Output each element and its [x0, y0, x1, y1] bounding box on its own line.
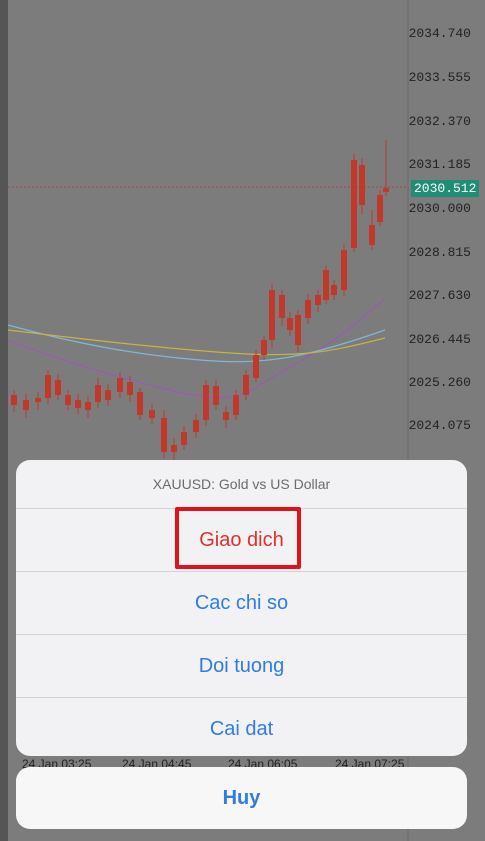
candle-body — [161, 418, 167, 452]
candle-body — [11, 395, 17, 405]
price-level-label: 2025.260 — [408, 375, 471, 390]
candle-body — [149, 410, 155, 418]
candle-body — [383, 188, 389, 192]
candle-body — [193, 420, 199, 432]
candle-body — [331, 285, 337, 295]
candle-body — [105, 390, 111, 400]
cancel-label: Huy — [222, 786, 261, 809]
candle-body — [213, 386, 219, 405]
cac-chi-so-label: Cac chi so — [194, 591, 289, 614]
candle-body — [55, 380, 61, 395]
candle-body — [85, 402, 91, 410]
candle-body — [253, 355, 259, 378]
doi-tuong-label: Doi tuong — [198, 654, 285, 677]
price-level-label: 2026.445 — [408, 332, 471, 347]
cai-dat-label: Cai dat — [209, 717, 274, 740]
candle-body — [171, 445, 177, 452]
price-level-label: 2032.370 — [408, 114, 471, 129]
cancel-button[interactable]: Huy — [16, 767, 467, 829]
candle-body — [261, 340, 267, 355]
candle-body — [137, 392, 143, 415]
candle-body — [127, 382, 133, 395]
giao-dich-option[interactable]: Giao dich — [16, 507, 467, 572]
candle-body — [279, 295, 285, 318]
price-level-label: 2033.555 — [408, 70, 471, 85]
candle-body — [45, 375, 51, 398]
candle-body — [75, 400, 81, 408]
ma-line — [7, 329, 386, 356]
candle-body — [181, 432, 187, 445]
candle-body — [243, 375, 249, 395]
candle-body — [95, 385, 101, 402]
price-level-label: 2030.000 — [408, 201, 471, 216]
candle-body — [233, 395, 239, 415]
cai-dat-option[interactable]: Cai dat — [16, 698, 467, 756]
candle-body — [117, 378, 123, 392]
price-level-label: 2034.740 — [408, 26, 471, 41]
price-level-label: 2031.185 — [408, 157, 471, 172]
current-price-tag: 2030.512 — [411, 180, 480, 197]
candle-body — [341, 250, 347, 290]
candle-body — [269, 290, 275, 340]
candle-body — [351, 160, 357, 248]
doi-tuong-option[interactable]: Doi tuong — [16, 635, 467, 698]
candle-body — [377, 195, 383, 222]
candle-body — [287, 318, 293, 330]
candle-body — [23, 400, 29, 410]
candle-body — [65, 395, 71, 405]
candle-body — [359, 165, 365, 205]
price-level-label: 2024.075 — [408, 418, 471, 433]
screen-edge — [0, 0, 8, 841]
price-level-label: 2027.630 — [408, 288, 471, 303]
candle-body — [223, 412, 229, 420]
cac-chi-so-option[interactable]: Cac chi so — [16, 572, 467, 635]
price-level-label: 2028.815 — [408, 245, 471, 260]
candle-body — [35, 398, 41, 402]
candle-body — [203, 385, 209, 420]
highlight-annotation-box — [175, 507, 301, 569]
action-sheet: XAUUSD: Gold vs US Dollar Giao dich Cac … — [16, 460, 467, 756]
candle-body — [315, 295, 321, 305]
candle-body — [305, 300, 311, 318]
candle-body — [369, 225, 375, 245]
action-sheet-title: XAUUSD: Gold vs US Dollar — [16, 460, 467, 509]
candle-body — [323, 270, 329, 300]
candle-body — [295, 315, 301, 345]
